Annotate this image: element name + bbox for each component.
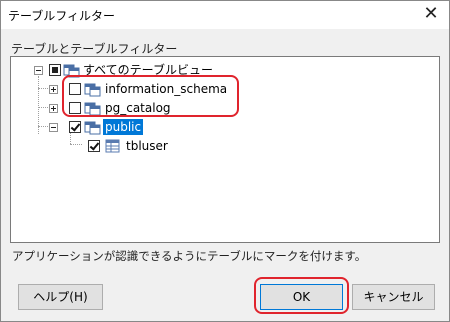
window-title: テーブルフィルター bbox=[8, 9, 116, 23]
table-icon bbox=[105, 139, 120, 153]
hint-text: アプリケーションが認識できるようにテーブルにマークを付けます。 bbox=[12, 249, 367, 263]
tree-item-tbluser[interactable]: tbluser bbox=[11, 138, 439, 154]
checkbox-icon[interactable] bbox=[69, 121, 81, 133]
checkbox-icon[interactable] bbox=[88, 140, 100, 152]
collapse-icon[interactable] bbox=[34, 66, 43, 75]
expand-icon[interactable] bbox=[49, 85, 58, 94]
tree-item-label: tbluser bbox=[126, 139, 168, 153]
tree-item-label: public bbox=[103, 119, 144, 135]
tree-item-public[interactable]: public bbox=[11, 119, 439, 135]
highlight-unchecked-schemas bbox=[62, 75, 239, 117]
title-bar: テーブルフィルター ✕ bbox=[1, 1, 449, 29]
expand-icon[interactable] bbox=[49, 104, 58, 113]
cancel-button[interactable]: キャンセル bbox=[352, 284, 435, 310]
highlight-ok-button bbox=[254, 277, 349, 314]
checkbox-icon[interactable] bbox=[49, 64, 61, 76]
collapse-icon[interactable] bbox=[49, 123, 58, 132]
help-button[interactable]: ヘルプ(H) bbox=[18, 284, 103, 310]
section-label: テーブルとテーブルフィルター bbox=[11, 42, 178, 56]
schema-icon bbox=[84, 121, 101, 135]
table-filter-dialog: テーブルフィルター ✕ テーブルとテーブルフィルター すべてのテーブルビュー i… bbox=[0, 0, 450, 322]
close-icon[interactable]: ✕ bbox=[421, 4, 441, 24]
